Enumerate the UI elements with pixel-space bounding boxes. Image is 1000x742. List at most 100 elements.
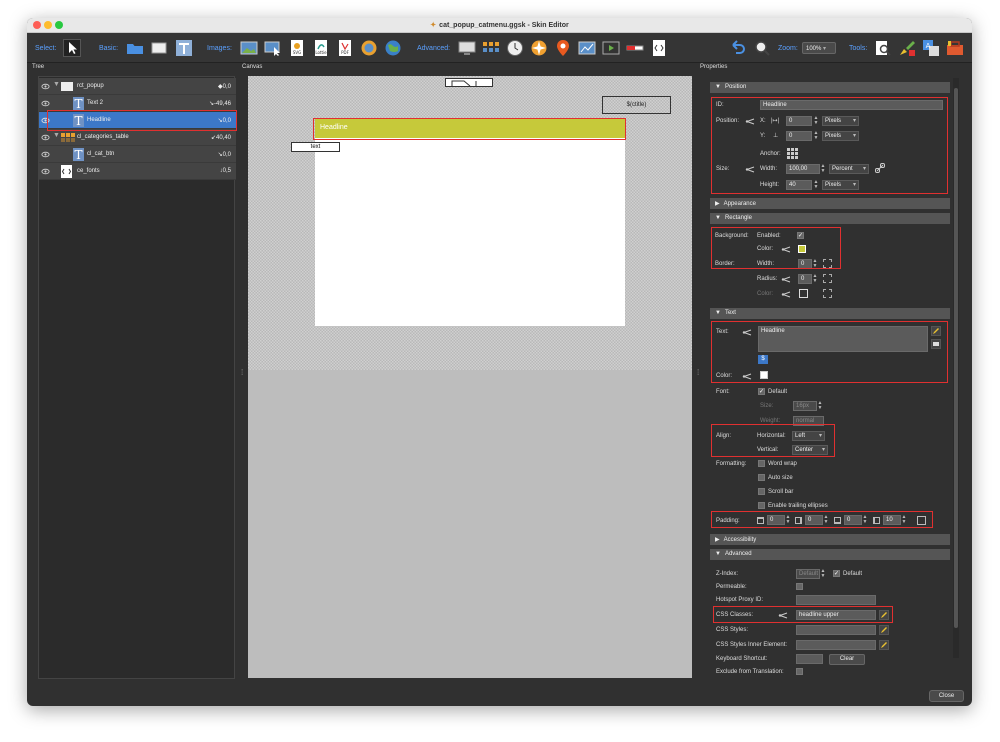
height-unit-select[interactable]: Pixels (822, 180, 859, 190)
translation-tool-button[interactable]: A (922, 39, 940, 57)
keyboard-shortcut-input[interactable] (796, 654, 823, 664)
zindex-default-checkbox[interactable]: ✓ (833, 570, 840, 577)
section-header-appearance[interactable]: ▶ Appearance (710, 198, 950, 209)
edit-pencil-icon[interactable] (879, 610, 889, 620)
canvas-headline-element[interactable]: Headline (315, 118, 625, 138)
close-button[interactable]: Close (929, 690, 964, 702)
select-tool-button[interactable] (63, 39, 81, 57)
text-tool-button[interactable] (175, 39, 193, 57)
marker-tool-button[interactable] (554, 39, 572, 57)
border-style-icon[interactable] (823, 289, 832, 298)
width-unit-select[interactable]: Percent (829, 164, 869, 174)
css-inner-input[interactable] (796, 640, 876, 650)
permeable-checkbox[interactable] (796, 583, 803, 590)
plugin-tool-button[interactable] (946, 39, 964, 57)
tree-item-cl-categories-table[interactable]: ▼ cl_categories_table ↙40,40 (39, 129, 236, 146)
vertical-align-select[interactable]: Center (792, 445, 828, 455)
text-color-swatch[interactable] (760, 371, 768, 379)
cloner-tool-button[interactable] (482, 39, 500, 57)
section-header-position[interactable]: ▼ Position (710, 82, 950, 93)
edit-pencil-icon[interactable] (879, 625, 889, 635)
y-unit-select[interactable]: Pixels (822, 131, 859, 141)
section-header-rectangle[interactable]: ▼ Rectangle (710, 213, 950, 224)
eye-icon[interactable] (41, 133, 50, 142)
canvas-rct-popup[interactable] (315, 118, 625, 326)
edit-pencil-icon[interactable] (879, 640, 889, 650)
border-width-stepper[interactable]: ▲ ▼ (812, 259, 818, 269)
padding-left-input[interactable]: 10 (883, 515, 901, 525)
css-styles-input[interactable] (796, 625, 876, 635)
properties-scrollbar[interactable] (953, 78, 959, 658)
padding-left-stepper[interactable]: ▲ ▼ (901, 515, 907, 525)
eye-icon[interactable] (41, 116, 50, 125)
theme-tool-button[interactable] (898, 39, 916, 57)
eye-icon[interactable] (41, 99, 50, 108)
link-icon[interactable] (745, 118, 755, 125)
padding-right-stepper[interactable]: ▲ ▼ (823, 515, 829, 525)
corner-sides-icon[interactable] (823, 274, 832, 283)
link-icon[interactable] (781, 291, 791, 298)
hotspot-proxy-input[interactable] (796, 595, 876, 605)
chart-tool-button[interactable] (578, 39, 596, 57)
trailing-ellipses-checkbox[interactable] (758, 502, 765, 509)
search-tool-button[interactable] (874, 39, 892, 57)
word-wrap-checkbox[interactable] (758, 460, 765, 467)
canvas-top-element[interactable] (445, 78, 493, 87)
splitter-handle-left[interactable]: ⁞ (241, 368, 243, 377)
pdf-tool-button[interactable]: PDF (336, 39, 354, 57)
link-icon[interactable] (742, 373, 752, 380)
anchor-grid-icon[interactable] (787, 148, 798, 159)
progress-tool-button[interactable] (626, 39, 644, 57)
padding-bottom-input[interactable]: 0 (844, 515, 862, 525)
padding-right-input[interactable]: 0 (805, 515, 823, 525)
panorama-tool-button[interactable] (360, 39, 378, 57)
x-stepper[interactable]: ▲ ▼ (813, 116, 819, 126)
canvas-area[interactable]: $(ctitle) Headline text (248, 76, 692, 678)
auto-size-checkbox[interactable] (758, 474, 765, 481)
image-button-tool-button[interactable] (264, 39, 282, 57)
background-color-swatch[interactable] (798, 245, 806, 253)
section-header-text[interactable]: ▼ Text (710, 308, 950, 319)
font-size-stepper[interactable]: ▲ ▼ (817, 401, 823, 411)
tree-item-headline[interactable]: T Headline ↘0,0 (39, 112, 236, 129)
chain-link-icon[interactable] (875, 163, 885, 173)
scroll-bar-checkbox[interactable] (758, 488, 765, 495)
link-icon[interactable] (781, 246, 791, 253)
expand-arrow-icon[interactable]: ▼ (53, 81, 60, 88)
text-editor-icon[interactable] (931, 339, 941, 349)
x-input[interactable]: 0 (786, 116, 812, 126)
x-unit-select[interactable]: Pixels (822, 116, 859, 126)
border-width-input[interactable]: 0 (798, 259, 812, 269)
video-tool-button[interactable] (458, 39, 476, 57)
compass-tool-button[interactable] (530, 39, 548, 57)
zoom-tool-button[interactable] (753, 39, 771, 57)
edit-pencil-icon[interactable] (931, 326, 941, 336)
link-icon[interactable] (742, 329, 752, 336)
y-input[interactable]: 0 (786, 131, 812, 141)
text-content-input[interactable]: Headline (758, 326, 928, 352)
canvas-text-element[interactable]: text (291, 142, 340, 152)
map-tool-button[interactable] (384, 39, 402, 57)
zoom-select[interactable]: 100% ▾ (802, 42, 836, 54)
radius-input[interactable]: 0 (798, 274, 812, 284)
border-color-swatch[interactable] (799, 289, 808, 298)
canvas-ctitle-element[interactable]: $(ctitle) (602, 96, 671, 114)
scrollbar-thumb[interactable] (954, 88, 958, 628)
code-tool-button[interactable] (650, 39, 668, 57)
eye-icon[interactable] (41, 167, 50, 176)
font-size-input[interactable]: 16px (793, 401, 817, 411)
padding-top-stepper[interactable]: ▲ ▼ (785, 515, 791, 525)
undo-button[interactable] (729, 39, 747, 57)
width-input[interactable]: 100,00 (786, 164, 820, 174)
id-input[interactable]: Headline (760, 100, 943, 110)
tree-item-cl-cat-btn[interactable]: T cl_cat_btn ↘0,0 (39, 146, 236, 163)
border-sides-icon[interactable] (823, 259, 832, 268)
image-tool-button[interactable] (240, 39, 258, 57)
zindex-input[interactable]: Default (796, 569, 820, 579)
lottie-tool-button[interactable]: Lottie (312, 39, 330, 57)
tree-item-ce-fonts[interactable]: ce_fonts ↓0,5 (39, 163, 236, 180)
svg-tool-button[interactable]: SVG (288, 39, 306, 57)
tree-item-text2[interactable]: T Text 2 ↘-49,46 (39, 95, 236, 112)
clear-shortcut-button[interactable]: Clear (829, 654, 865, 665)
link-icon[interactable] (745, 166, 755, 173)
